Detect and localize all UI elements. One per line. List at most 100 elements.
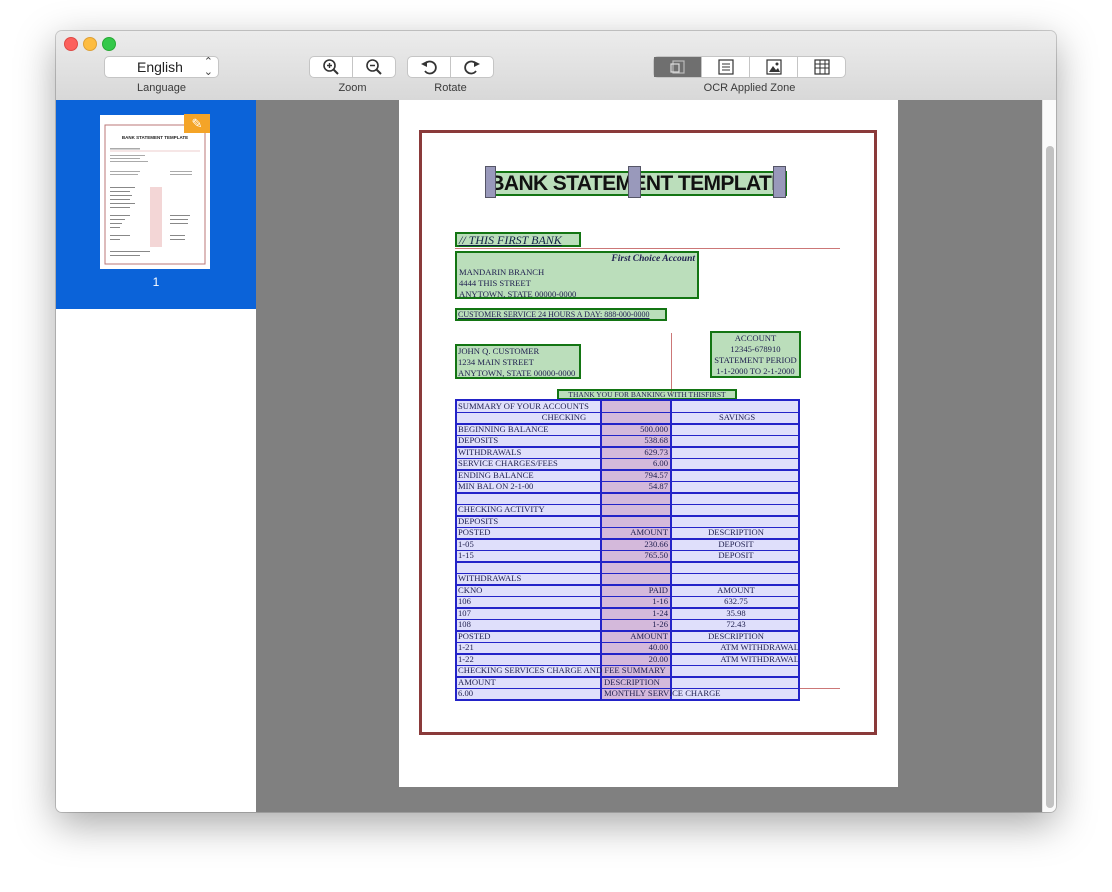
table-cell-label: CKNO <box>458 584 483 595</box>
ocr-zone-customer-service[interactable]: CUSTOMER SERVICE 24 HOURS A DAY: 888-000… <box>455 308 667 321</box>
ocr-zone-account[interactable]: ACCOUNT 12345-678910 STATEMENT PERIOD 1-… <box>710 331 801 378</box>
ocr-zone-control <box>653 56 846 78</box>
table-cell-desc: 72.43 <box>726 619 746 629</box>
language-popup[interactable]: English ⌃ ⌄ <box>104 56 219 78</box>
table-cell-desc: 35.98 <box>726 607 746 618</box>
table-cell-label: 108 <box>458 619 471 629</box>
minimize-window-button[interactable] <box>83 37 97 51</box>
table-cell-value: 538.68 <box>644 435 668 445</box>
language-value: English <box>137 59 183 75</box>
table-cell-label: 106 <box>458 596 471 606</box>
table-cell-label: POSTED <box>458 527 491 537</box>
table-cell-label: SUMMARY OF YOUR ACCOUNTS <box>458 400 589 411</box>
table-cell-desc: DESCRIPTION <box>708 630 764 641</box>
zone-table-icon <box>813 59 830 75</box>
zoom-out-button[interactable] <box>353 57 395 77</box>
page-number: 1 <box>152 275 160 289</box>
table-row-line <box>457 699 800 701</box>
ocr-zone-customer[interactable]: JOHN Q. CUSTOMER 1234 MAIN STREET ANYTOW… <box>455 344 581 379</box>
customer-line-2: 1234 MAIN STREET <box>458 357 534 367</box>
table-cell-label: WITHDRAWALS <box>458 573 522 583</box>
table-cell-value: 1-26 <box>652 619 668 629</box>
bank-name: // THIS FIRST BANK <box>459 233 562 247</box>
table-cell-value: 500.000 <box>640 423 668 434</box>
table-cell-label: 1-21 <box>458 642 474 652</box>
table-cell-label: BEGINNING BALANCE <box>458 423 549 434</box>
table-cell-value: 40.00 <box>648 642 668 652</box>
vertical-scrollbar[interactable] <box>1042 100 1056 812</box>
zoom-in-icon <box>323 59 339 75</box>
customer-line-3: ANYTOWN, STATE 00000-0000 <box>458 368 576 378</box>
rotate-left-button[interactable] <box>408 57 451 77</box>
table-cell-value: 54.87 <box>648 481 668 491</box>
table-cell-value: MONTHLY SERVICE CHARGE <box>604 688 721 698</box>
table-cell-desc: 632.75 <box>724 596 748 606</box>
table-cell-label: 107 <box>458 607 471 618</box>
zone-handle-left[interactable] <box>485 166 496 198</box>
table-cell-desc: DESCRIPTION <box>708 527 764 537</box>
thanks-text: THANK YOU FOR BANKING WITH THISFIRST <box>568 390 726 399</box>
table-cell-label: 1-22 <box>458 653 474 664</box>
table-row-line <box>457 515 798 517</box>
customer-service: CUSTOMER SERVICE 24 HOURS A DAY: 888-000… <box>458 310 650 319</box>
toolbar: English ⌃ ⌄ Language Zoom Rotate OCR App… <box>56 31 1056 101</box>
table-row-line <box>457 561 798 563</box>
zoom-window-button[interactable] <box>102 37 116 51</box>
branch-line-3: ANYTOWN, STATE 00000-0000 <box>459 289 577 299</box>
ocr-zone-branch[interactable]: First Choice Account MANDARIN BRANCH 444… <box>455 251 699 299</box>
pencil-icon[interactable]: ✎ <box>184 114 210 133</box>
table-cell-value: 794.57 <box>644 469 668 480</box>
zone-auto-button[interactable] <box>654 57 702 77</box>
rotate-right-icon <box>464 60 480 75</box>
table-cell-value: PAID <box>648 584 668 595</box>
scrollbar-thumb[interactable] <box>1046 146 1054 808</box>
chevron-updown-icon: ⌃ ⌄ <box>203 56 213 78</box>
zone-table-button[interactable] <box>798 57 845 77</box>
table-cell-desc: ATM WITHDRAWAL <box>720 653 799 664</box>
table-cell-desc: DEPOSIT <box>718 550 754 560</box>
app-window: English ⌃ ⌄ Language Zoom Rotate OCR App… <box>56 31 1056 812</box>
table-cell-value: 20.00 <box>648 653 668 664</box>
table-cell-label: POSTED <box>458 630 491 641</box>
rotate-label: Rotate <box>434 82 467 94</box>
statement-frame: BANK STATEMENT TEMPLATE // THIS FIRST BA… <box>419 130 877 735</box>
table-cell-label: CHECKING ACTIVITY <box>458 504 545 514</box>
divider-bottom <box>799 688 840 689</box>
account-line-2: 12345-678910 <box>730 344 781 354</box>
table-cell-label: CHECKING SERVICES CHARGE AND FEE SUMMARY <box>458 665 666 675</box>
language-label: Language <box>137 82 186 94</box>
table-cell-label: 6.00 <box>458 688 474 698</box>
table-cell-value: 230.66 <box>644 538 668 549</box>
thumbnail-title: BANK STATEMENT TEMPLATE <box>122 135 188 140</box>
table-cell-label: ENDING BALANCE <box>458 469 534 480</box>
table-cell-label: AMOUNT <box>458 676 496 687</box>
ocr-zone-label: OCR Applied Zone <box>703 82 796 94</box>
zoom-in-button[interactable] <box>310 57 353 77</box>
close-window-button[interactable] <box>64 37 78 51</box>
divider-line <box>455 248 840 249</box>
zone-handle-middle[interactable] <box>628 166 641 198</box>
ocr-zone-bank-name[interactable]: // THIS FIRST BANK <box>455 232 581 247</box>
rotate-control <box>407 56 494 78</box>
page-thumbnail-item[interactable]: BANK STATEMENT TEMPLATE ✎ 1 <box>56 100 256 309</box>
zoom-out-icon <box>366 59 382 75</box>
zoom-control <box>309 56 396 78</box>
table-cell-value: 629.73 <box>644 446 668 457</box>
zone-image-button[interactable] <box>750 57 798 77</box>
document-canvas[interactable]: BANK STATEMENT TEMPLATE // THIS FIRST BA… <box>256 100 1042 812</box>
branch-line-1: MANDARIN BRANCH <box>459 267 545 277</box>
table-cell-value: 1-16 <box>652 596 668 606</box>
account-line-4: 1-1-2000 TO 2-1-2000 <box>716 366 795 376</box>
page-thumbnail: BANK STATEMENT TEMPLATE <box>100 115 210 269</box>
ocr-zone-table[interactable]: SUMMARY OF YOUR ACCOUNTS CHECKING SAVINGS B… <box>455 399 800 701</box>
table-cell-label: 1-05 <box>458 538 474 549</box>
zone-auto-icon <box>669 60 685 74</box>
zoom-label: Zoom <box>338 82 367 94</box>
zone-handle-right[interactable] <box>773 166 786 198</box>
thumbnail-preview: BANK STATEMENT TEMPLATE <box>104 124 206 265</box>
table-cell-label: 1-15 <box>458 550 474 560</box>
table-row-line <box>457 492 798 494</box>
zone-text-button[interactable] <box>702 57 750 77</box>
rotate-right-button[interactable] <box>451 57 493 77</box>
table-cell-value: 1-24 <box>652 607 668 618</box>
